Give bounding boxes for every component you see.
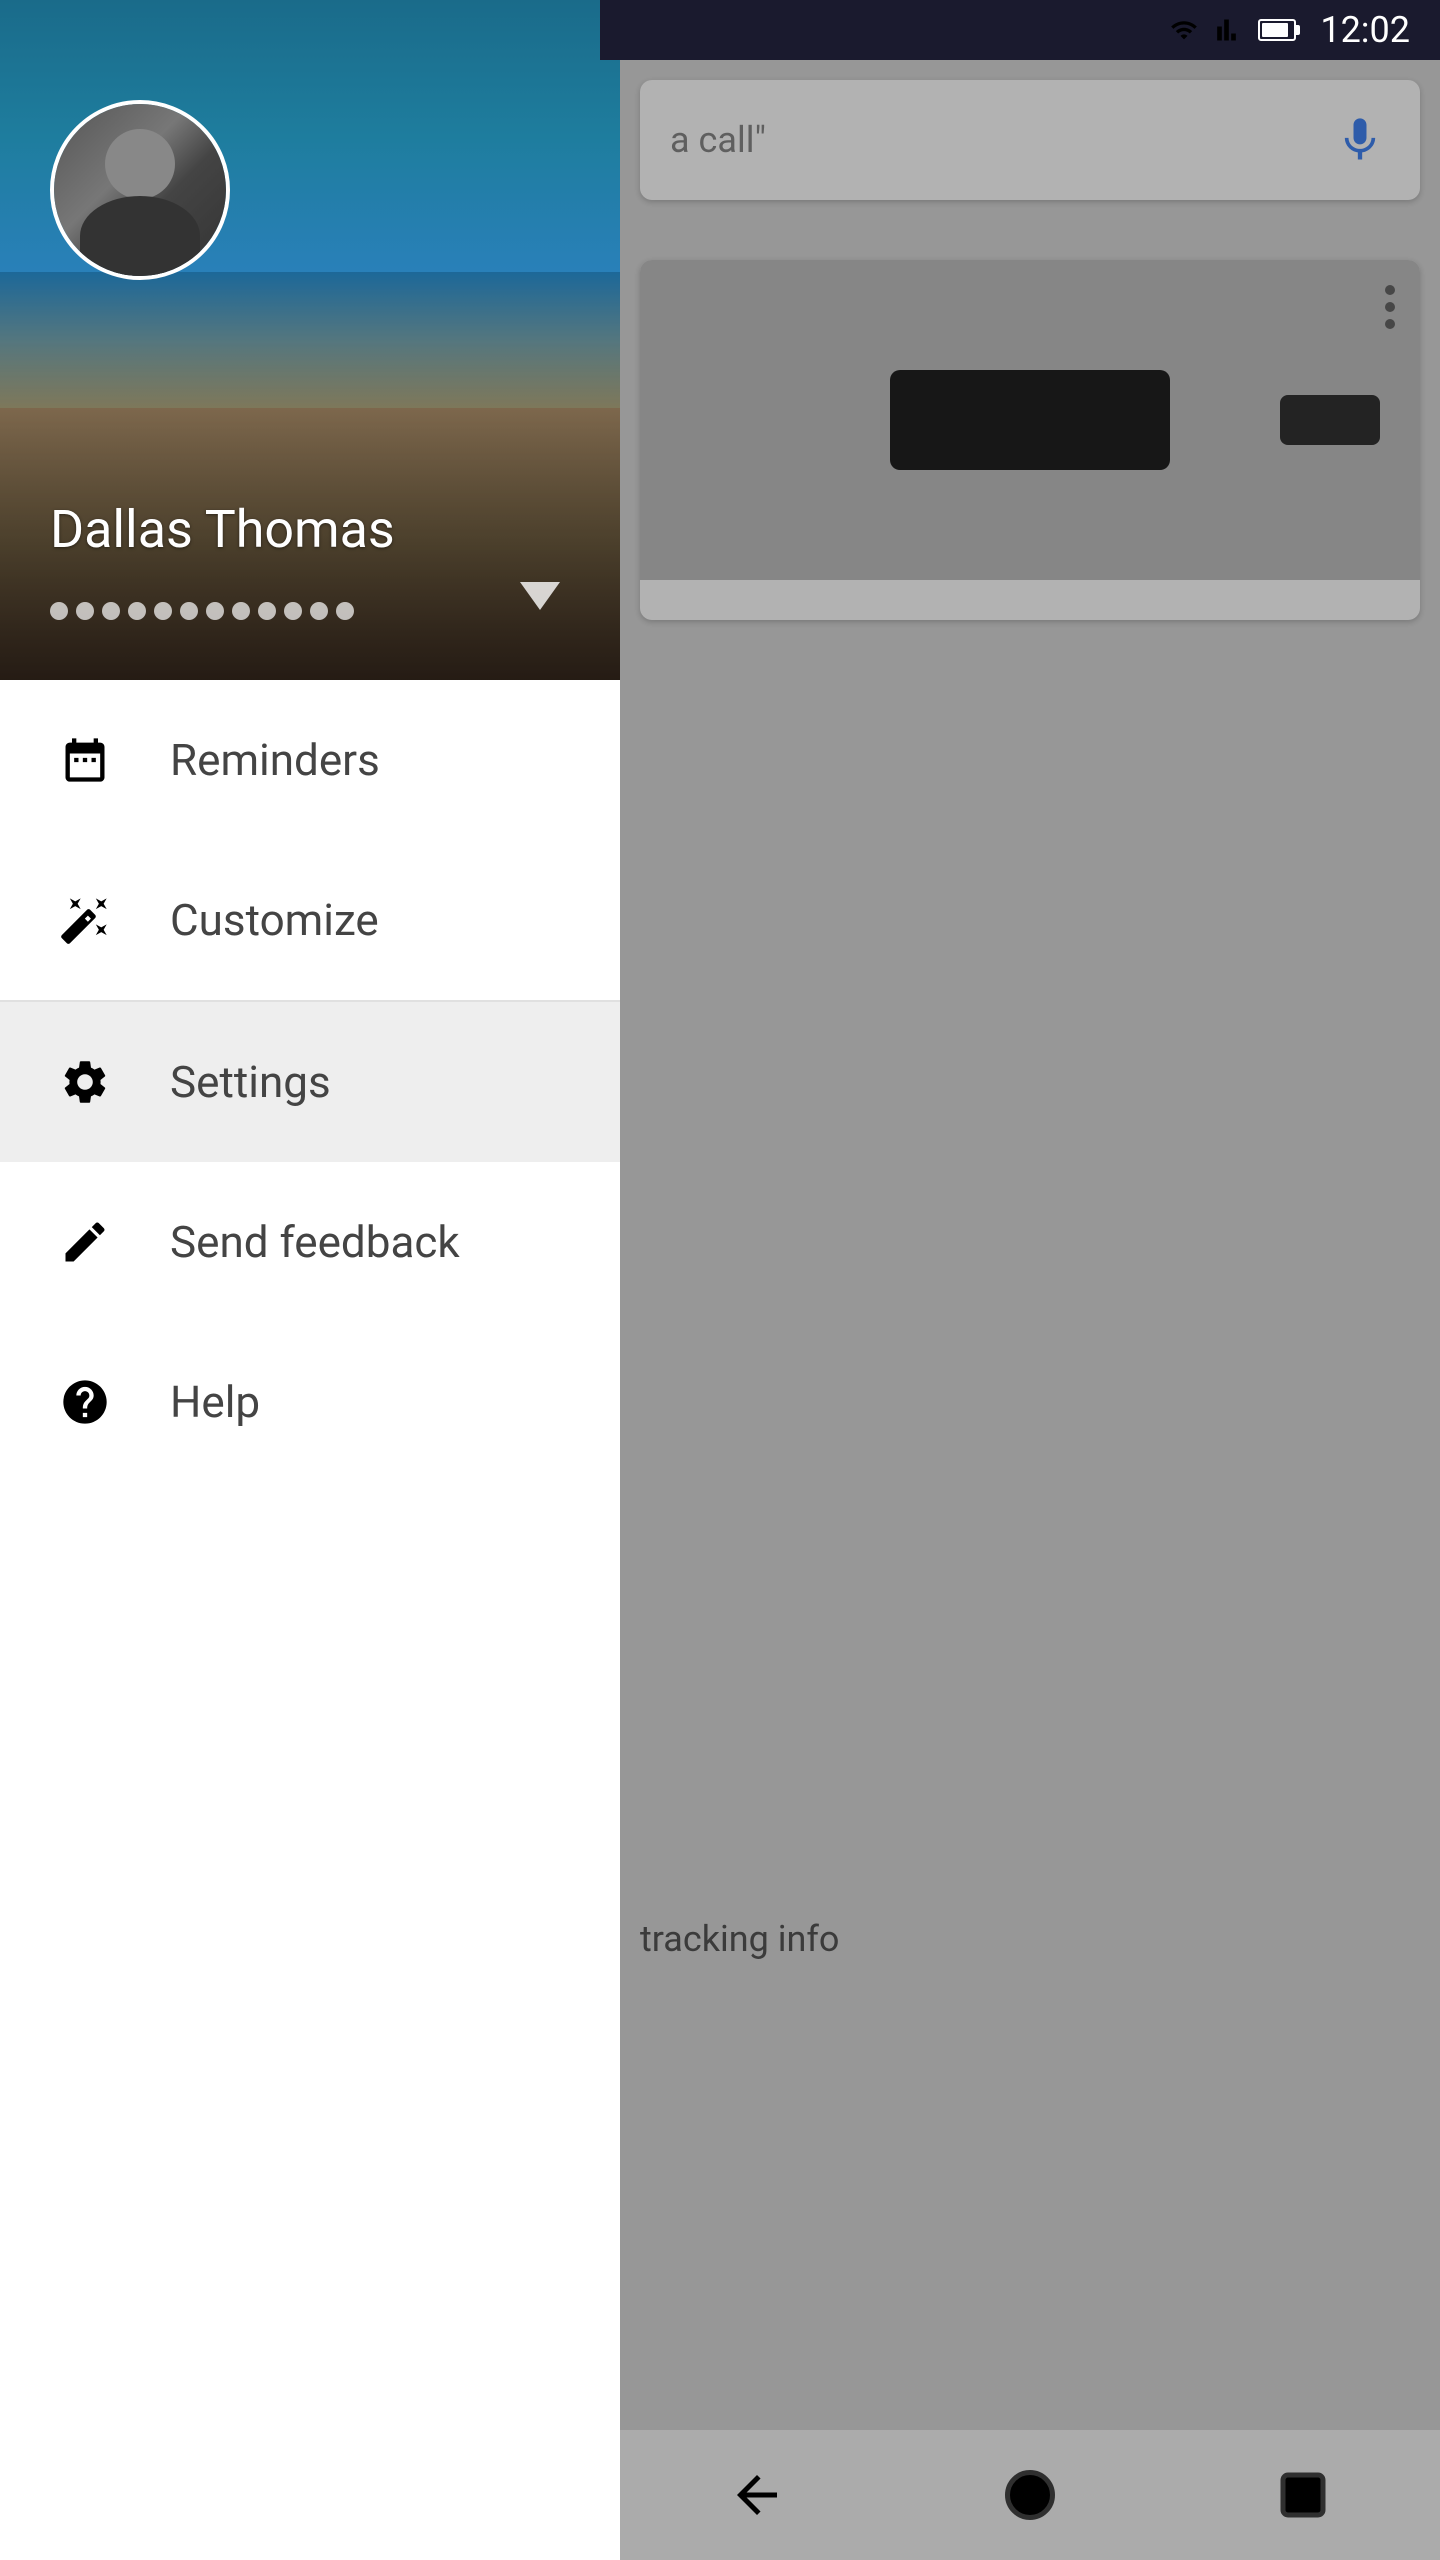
menu-item-customize[interactable]: Customize — [0, 840, 620, 1000]
wifi-icon — [1166, 16, 1202, 44]
status-time: 12:02 — [1320, 9, 1410, 51]
settings-icon — [50, 1047, 120, 1117]
menu-list: Reminders Customize Settings — [0, 680, 620, 2560]
feedback-icon — [50, 1207, 120, 1277]
reminders-label: Reminders — [170, 734, 380, 786]
menu-item-reminders[interactable]: Reminders — [0, 680, 620, 840]
drawer-overlay[interactable] — [620, 0, 1440, 2560]
status-icons: 12:02 — [1166, 9, 1410, 51]
menu-item-settings[interactable]: Settings — [0, 1002, 620, 1162]
menu-item-help[interactable]: Help — [0, 1322, 620, 1482]
drawer: Dallas Thomas — [0, 0, 620, 2560]
profile-name: Dallas Thomas — [50, 499, 395, 560]
profile-email — [50, 602, 354, 620]
account-dropdown-arrow[interactable] — [520, 582, 560, 610]
email-mask — [50, 602, 354, 620]
send-feedback-label: Send feedback — [170, 1216, 460, 1268]
profile-header[interactable]: Dallas Thomas — [0, 0, 620, 680]
settings-label: Settings — [170, 1056, 331, 1108]
menu-item-send-feedback[interactable]: Send feedback — [0, 1162, 620, 1322]
signal-icon — [1216, 16, 1244, 44]
battery-icon — [1258, 19, 1296, 41]
help-icon — [50, 1367, 120, 1437]
reminders-icon — [50, 725, 120, 795]
avatar[interactable] — [50, 100, 230, 280]
customize-icon — [50, 885, 120, 955]
avatar-image — [54, 104, 226, 276]
help-label: Help — [170, 1376, 260, 1428]
customize-label: Customize — [170, 894, 379, 946]
status-bar: 12:02 — [600, 0, 1440, 60]
